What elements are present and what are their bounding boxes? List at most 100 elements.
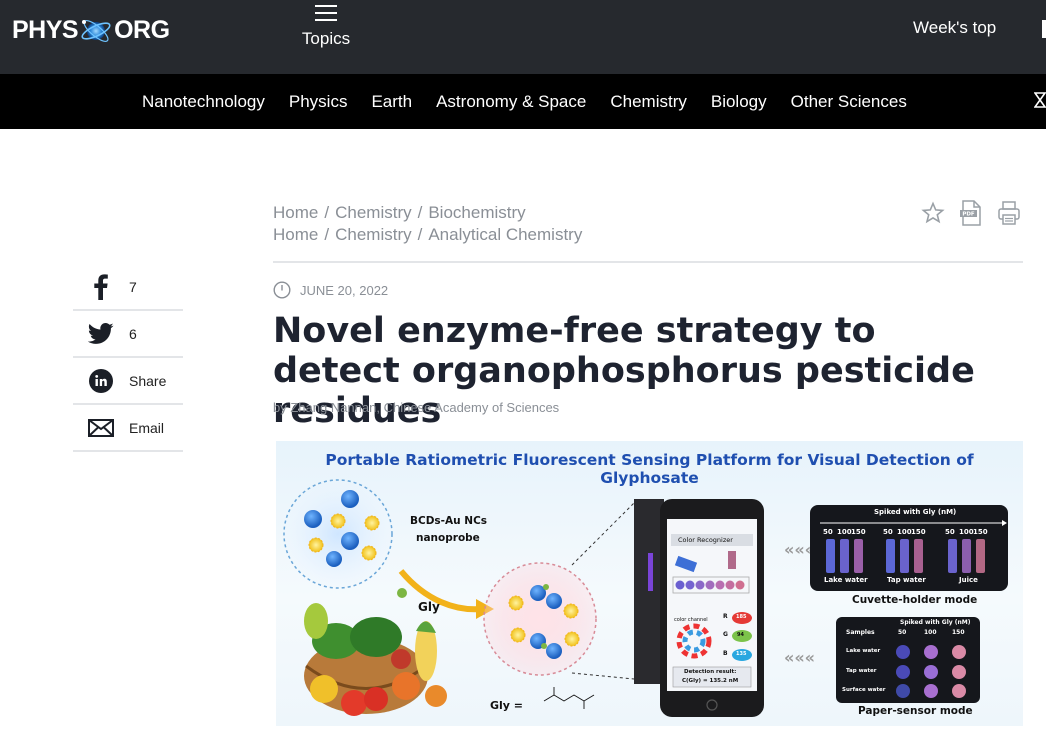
header-divider xyxy=(273,261,1023,263)
twitter-count: 6 xyxy=(129,325,137,342)
paper-caption: Paper-sensor mode xyxy=(858,705,973,717)
paper-header: Spiked with Gly (nM) xyxy=(900,619,971,626)
cuvette-concentration: 150 xyxy=(851,528,866,536)
category-astronomy-space[interactable]: Astronomy & Space xyxy=(436,92,586,112)
breadcrumb-link[interactable]: Home xyxy=(273,225,318,244)
hourglass-icon[interactable] xyxy=(1034,92,1046,108)
share-linkedin[interactable]: Share xyxy=(73,358,183,405)
cuvette-concentration: 150 xyxy=(911,528,926,536)
email-label: Email xyxy=(129,419,165,436)
phone-color-channel: color channel xyxy=(674,617,708,623)
breadcrumb-link[interactable]: Home xyxy=(273,203,318,222)
paper-col-100: 100 xyxy=(924,629,937,636)
category-list: Nanotechnology Physics Earth Astronomy & Sp… xyxy=(142,74,931,129)
paper-samples-label: Samples xyxy=(846,629,875,636)
nanoprobe-circle xyxy=(283,479,393,589)
linkedin-label: Share xyxy=(129,372,167,389)
share-twitter[interactable]: 6 xyxy=(73,311,183,358)
breadcrumb-separator: / xyxy=(417,225,423,244)
date-text: JUNE 20, 2022 xyxy=(300,282,389,298)
smartphone-illustration xyxy=(660,499,764,717)
linkedin-icon xyxy=(87,367,115,395)
svg-text:PDF: PDF xyxy=(962,212,975,218)
share-email[interactable]: Email xyxy=(73,405,183,452)
paper-row-lake: Lake water xyxy=(846,648,881,654)
breadcrumb-trail: Home / Chemistry / Biochemistry xyxy=(273,202,582,224)
category-nav: Nanotechnology Physics Earth Astronomy & Sp… xyxy=(0,74,1046,129)
phone-b-label: B xyxy=(723,650,728,657)
twitter-icon xyxy=(87,320,115,348)
cuvette-concentration: 150 xyxy=(973,528,988,536)
share-sidebar: 7 6 Share Email xyxy=(73,264,183,452)
category-chemistry[interactable]: Chemistry xyxy=(610,92,687,112)
breadcrumb-separator: / xyxy=(417,203,423,222)
article-byline: by Zhang Nannan, Chinese Academy of Scie… xyxy=(273,400,560,415)
breadcrumb-link[interactable]: Biochemistry xyxy=(428,203,525,222)
email-icon xyxy=(87,414,115,442)
gly-label: Gly xyxy=(418,600,440,614)
phone-result-line-1: Detection result: xyxy=(684,669,737,675)
cuvette-header: Spiked with Gly (nM) xyxy=(874,508,957,516)
phone-header: Color Recognizer xyxy=(678,536,733,544)
phone-result-line-2: C(Gly) = 135.2 nM xyxy=(682,678,739,684)
category-nanotechnology[interactable]: Nanotechnology xyxy=(142,92,265,112)
vegetables-illustration xyxy=(304,603,447,716)
category-physics[interactable]: Physics xyxy=(289,92,348,112)
category-earth[interactable]: Earth xyxy=(371,92,412,112)
cuvette-sample-lake: Lake water xyxy=(824,576,868,584)
topics-label: Topics xyxy=(301,29,351,48)
facebook-count: 7 xyxy=(129,278,137,295)
topics-menu-button[interactable]: Topics xyxy=(298,5,354,49)
cuvette-sample-juice: Juice xyxy=(959,576,978,584)
cuvette-concentration: 50 xyxy=(823,528,833,536)
pdf-icon[interactable]: PDF xyxy=(959,200,983,226)
cuvette-caption: Cuvette-holder mode xyxy=(852,594,978,606)
breadcrumb-separator: / xyxy=(324,203,330,222)
phone-g-label: G xyxy=(723,631,728,638)
glyphosate-structure xyxy=(543,687,595,709)
breadcrumb-link[interactable]: Analytical Chemistry xyxy=(428,225,582,244)
site-logo[interactable]: PHYS ORG xyxy=(12,10,170,50)
cuvette-concentration: 100 xyxy=(897,528,912,536)
facebook-icon xyxy=(87,273,115,301)
cuvette-concentration: 100 xyxy=(837,528,852,536)
cuvette-sample-tap: Tap water xyxy=(887,576,926,584)
paper-row-tap: Tap water xyxy=(846,668,877,674)
cuvette-concentration: 100 xyxy=(959,528,974,536)
article-figure[interactable]: Portable Ratiometric Fluorescent Sensing… xyxy=(276,441,1023,726)
header-edge-marker xyxy=(1042,20,1046,38)
share-facebook[interactable]: 7 xyxy=(73,264,183,311)
logo-atom-icon xyxy=(81,20,111,42)
star-icon[interactable] xyxy=(921,200,945,226)
phone-g-value: 94 xyxy=(737,632,744,638)
breadcrumb-link[interactable]: Chemistry xyxy=(335,203,412,222)
paper-col-150: 150 xyxy=(952,629,965,636)
phone-r-label: R xyxy=(723,613,728,620)
probe-label-1: BCDs-Au NCs xyxy=(410,515,488,527)
phone-r-value: 185 xyxy=(736,614,747,620)
breadcrumb-separator: / xyxy=(324,225,330,244)
cuvette-concentration: 50 xyxy=(883,528,893,536)
breadcrumb-link[interactable]: Chemistry xyxy=(335,225,412,244)
category-other-sciences[interactable]: Other Sciences xyxy=(791,92,907,112)
category-biology[interactable]: Biology xyxy=(711,92,767,112)
article-date: JUNE 20, 2022 xyxy=(273,281,388,299)
article-tools: PDF xyxy=(921,200,1021,226)
gly-complex-circle xyxy=(483,562,597,676)
phone-b-value: 135 xyxy=(736,651,747,657)
breadcrumb-trail: Home / Chemistry / Analytical Chemistry xyxy=(273,224,582,246)
paper-col-50: 50 xyxy=(898,629,907,636)
weeks-top-link[interactable]: Week's top xyxy=(913,18,996,38)
cuvette-concentration: 50 xyxy=(945,528,955,536)
logo-text-right: ORG xyxy=(114,15,170,44)
breadcrumbs: Home / Chemistry / Biochemistry Home / Chemistr… xyxy=(273,202,582,246)
hamburger-icon xyxy=(315,5,337,21)
probe-label-2: nanoprobe xyxy=(416,532,480,544)
logo-text-left: PHYS xyxy=(12,15,79,44)
print-icon[interactable] xyxy=(997,200,1021,226)
gly-formula-label: Gly = xyxy=(490,699,524,712)
site-header: PHYS ORG Topics Week's top xyxy=(0,0,1046,74)
paper-row-surface: Surface water xyxy=(842,687,886,693)
clock-icon xyxy=(273,281,291,299)
svg-text:«««: ««« xyxy=(784,648,815,667)
